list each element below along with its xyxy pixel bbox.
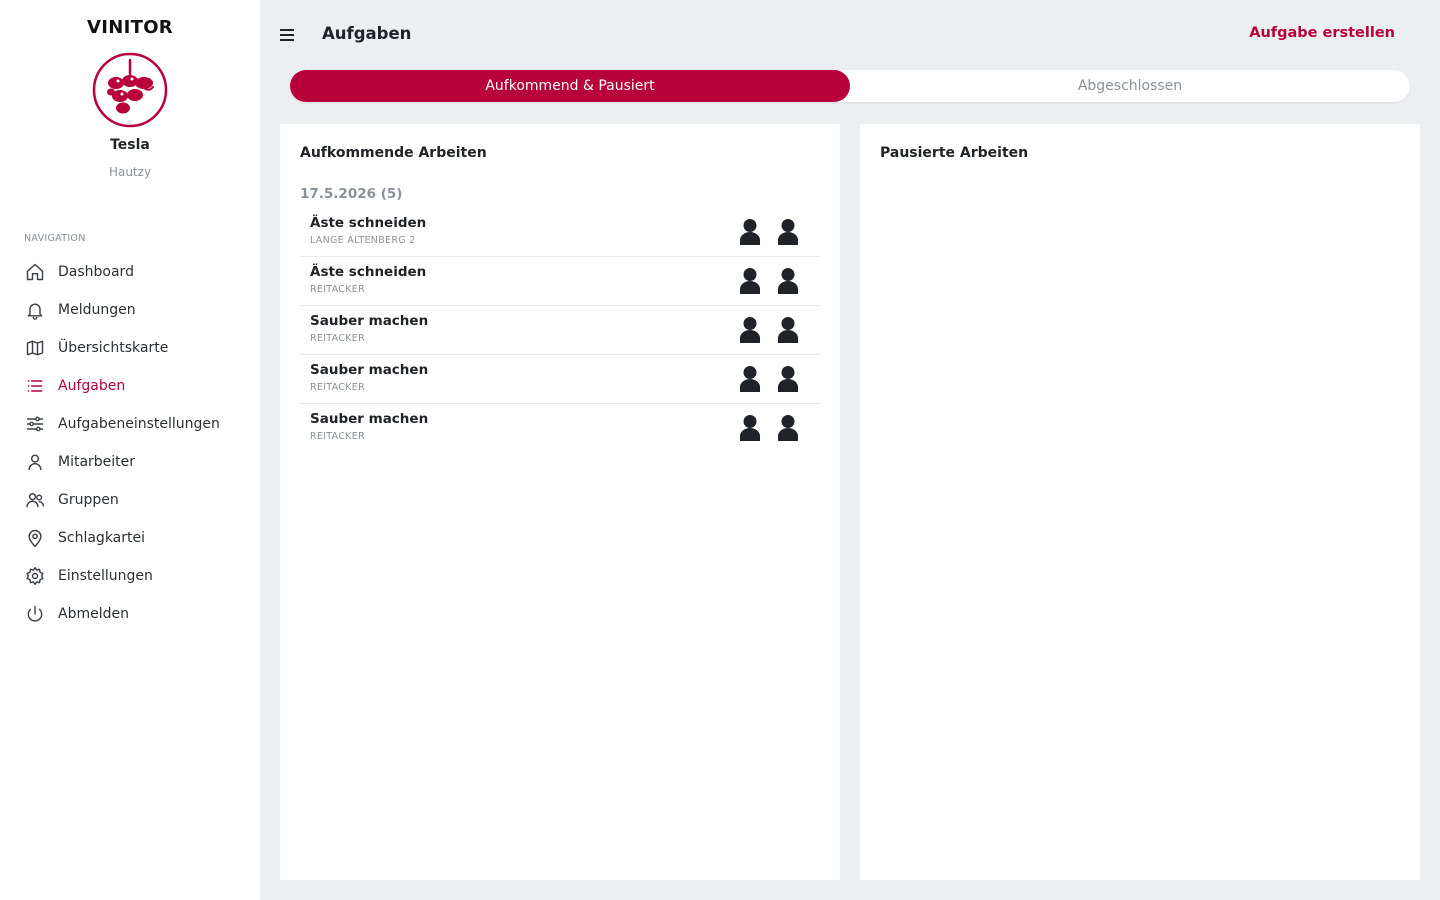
gear-icon: [24, 565, 46, 587]
users-icon: [24, 489, 46, 511]
brand-title: VINITOR: [87, 17, 173, 38]
task-title: Sauber machen: [310, 411, 429, 427]
sidebar-item-label: Aufgabeneinstellungen: [58, 416, 220, 432]
sidebar-item-label: Aufgaben: [58, 378, 126, 394]
user-icon: [24, 451, 46, 473]
assignee-avatars: [738, 365, 800, 393]
sidebar-item-label: Schlagkartei: [58, 530, 146, 546]
person-avatar-icon: [740, 219, 760, 245]
task-location: REITACKER: [310, 333, 365, 344]
sidebar-item-schlagkartei[interactable]: Schlagkartei: [0, 519, 260, 557]
person-avatar-icon: [778, 366, 798, 392]
task-location: REITACKER: [310, 284, 365, 295]
upcoming-panel-title: Aufkommende Arbeiten: [300, 145, 487, 161]
sidebar-item-abmelden[interactable]: Abmelden: [0, 595, 260, 633]
hamburger-icon: [280, 29, 294, 31]
assignee-avatars: [738, 414, 800, 442]
tab-completed[interactable]: Abgeschlossen: [850, 70, 1410, 102]
task-row[interactable]: Äste schneiden LANGE ALTENBERG 2: [300, 208, 820, 257]
task-title: Äste schneiden: [310, 215, 427, 231]
nav-section-label: NAVIGATION: [24, 233, 86, 244]
user-subtitle: Hautzy: [108, 165, 152, 179]
sidebar-item-label: Gruppen: [58, 492, 119, 508]
sidebar-item-label: Einstellungen: [58, 568, 153, 584]
task-location: LANGE ALTENBERG 2: [310, 235, 416, 246]
sidebar-item-gruppen[interactable]: Gruppen: [0, 481, 260, 519]
map-pin-icon: [24, 527, 46, 549]
sidebar-nav: Dashboard Meldungen Übersichtskarte Aufg…: [0, 253, 260, 633]
date-group-header: 17.5.2026 (5): [300, 186, 403, 202]
menu-toggle-button[interactable]: [280, 27, 298, 43]
create-task-button[interactable]: Aufgabe erstellen: [1249, 25, 1395, 41]
person-avatar-icon: [740, 415, 760, 441]
grapes-logo-icon: [92, 52, 168, 128]
task-title: Sauber machen: [310, 362, 429, 378]
task-title: Sauber machen: [310, 313, 429, 329]
paused-panel: Pausierte Arbeiten: [860, 124, 1420, 880]
bell-icon: [24, 299, 46, 321]
assignee-avatars: [738, 218, 800, 246]
hamburger-icon: [280, 39, 294, 41]
sidebar-item-label: Dashboard: [58, 264, 134, 280]
user-name: Tesla: [110, 137, 150, 153]
sidebar-item-aufgaben[interactable]: Aufgaben: [0, 367, 260, 405]
assignee-avatars: [738, 267, 800, 295]
sidebar-item-einstellungen[interactable]: Einstellungen: [0, 557, 260, 595]
sidebar-item-label: Abmelden: [58, 606, 129, 622]
person-avatar-icon: [740, 268, 760, 294]
person-avatar-icon: [778, 317, 798, 343]
sliders-icon: [24, 413, 46, 435]
sidebar-item-label: Übersichtskarte: [58, 340, 169, 356]
upcoming-panel: Aufkommende Arbeiten 17.5.2026 (5) Äste …: [280, 124, 840, 880]
person-avatar-icon: [740, 317, 760, 343]
main-content: Aufgaben Aufgabe erstellen Aufkommend & …: [260, 0, 1440, 900]
assignee-avatars: [738, 316, 800, 344]
task-location: REITACKER: [310, 431, 365, 442]
person-avatar-icon: [778, 268, 798, 294]
sidebar-item-meldungen[interactable]: Meldungen: [0, 291, 260, 329]
hamburger-icon: [280, 34, 294, 36]
power-icon: [24, 603, 46, 625]
sidebar-item-mitarbeiter[interactable]: Mitarbeiter: [0, 443, 260, 481]
task-location: REITACKER: [310, 382, 365, 393]
person-avatar-icon: [740, 366, 760, 392]
sidebar-item-aufgabeneinstellungen[interactable]: Aufgabeneinstellungen: [0, 405, 260, 443]
sidebar-item-uebersichtskarte[interactable]: Übersichtskarte: [0, 329, 260, 367]
task-row[interactable]: Sauber machen REITACKER: [300, 404, 820, 453]
task-row[interactable]: Äste schneiden REITACKER: [300, 257, 820, 306]
task-row[interactable]: Sauber machen REITACKER: [300, 306, 820, 355]
status-tabs: Aufkommend & Pausiert Abgeschlossen: [290, 70, 1410, 102]
sidebar-item-label: Mitarbeiter: [58, 454, 136, 470]
task-list: Äste schneiden LANGE ALTENBERG 2 Äste sc…: [300, 208, 820, 453]
sidebar-item-label: Meldungen: [58, 302, 136, 318]
person-avatar-icon: [778, 219, 798, 245]
page-title: Aufgaben: [322, 24, 412, 43]
sidebar-item-dashboard[interactable]: Dashboard: [0, 253, 260, 291]
person-avatar-icon: [778, 415, 798, 441]
paused-panel-title: Pausierte Arbeiten: [880, 145, 1029, 161]
list-icon: [24, 375, 46, 397]
sidebar: VINITOR Tesla Hautzy NAVIGATION Dashboar…: [0, 0, 260, 900]
task-row[interactable]: Sauber machen REITACKER: [300, 355, 820, 404]
home-icon: [24, 261, 46, 283]
tab-upcoming-paused[interactable]: Aufkommend & Pausiert: [290, 70, 850, 102]
map-icon: [24, 337, 46, 359]
task-title: Äste schneiden: [310, 264, 427, 280]
